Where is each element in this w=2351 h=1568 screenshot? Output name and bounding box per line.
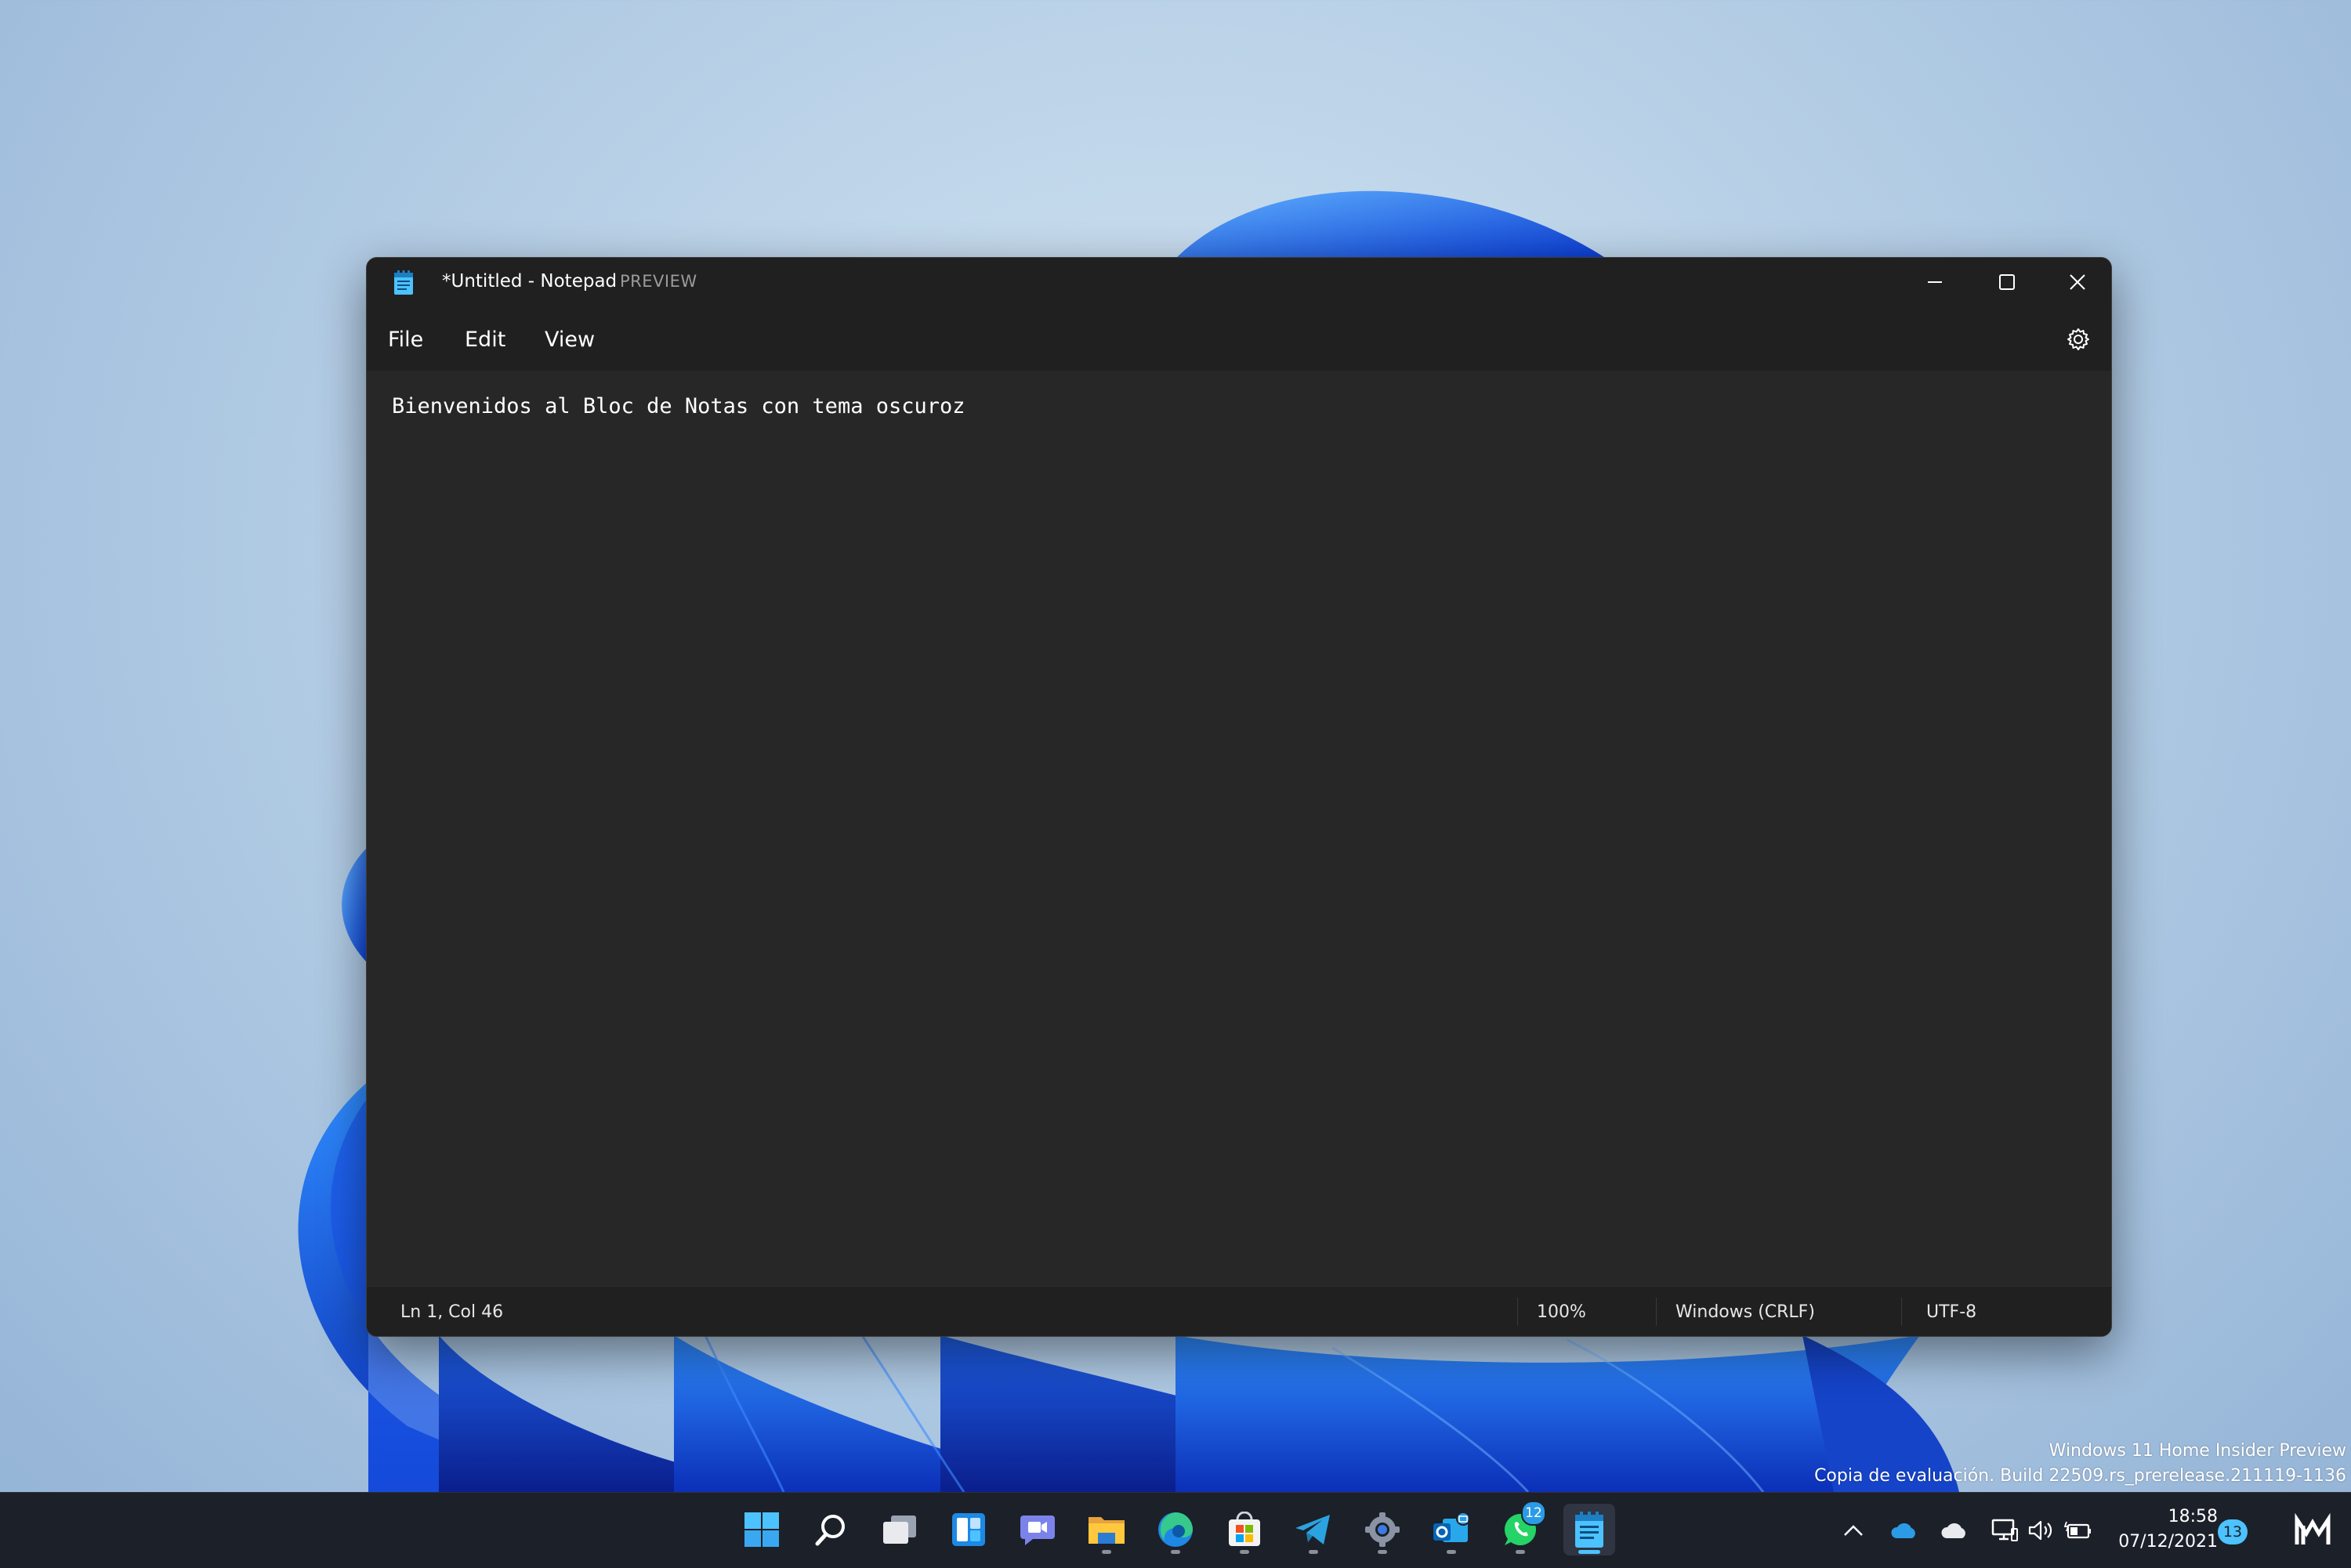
notepad-icon [394, 270, 413, 295]
running-indicator [1516, 1550, 1525, 1554]
search-button[interactable] [805, 1504, 857, 1555]
whatsapp-badge: 12 [1521, 1501, 1546, 1526]
outlook-button[interactable] [1425, 1504, 1477, 1555]
telegram-icon [1295, 1515, 1330, 1544]
battery-button[interactable] [2064, 1516, 2092, 1544]
status-divider [1901, 1298, 1902, 1326]
notepad-window: *Untitled - Notepad PREVIEW File Edit Vi… [366, 257, 2112, 1337]
running-indicator [1240, 1550, 1249, 1554]
line-ending: Windows (CRLF) [1675, 1302, 1815, 1322]
chat-icon [1020, 1515, 1055, 1545]
onedrive-button[interactable] [1890, 1516, 1918, 1544]
search-icon [815, 1515, 845, 1546]
editor-content[interactable]: Bienvenidos al Bloc de Notas con tema os… [392, 394, 965, 418]
show-hidden-icons-button[interactable] [1839, 1516, 1867, 1544]
onedrive-personal-button[interactable] [1940, 1516, 1969, 1544]
watermark-edition: Windows 11 Home Insider Preview [2049, 1441, 2346, 1461]
whatsapp-button[interactable]: 12 [1494, 1501, 1546, 1555]
edge-button[interactable] [1150, 1504, 1201, 1555]
running-indicator [1309, 1550, 1318, 1554]
watermark-build: Copia de evaluación. Build 22509.rs_prer… [1814, 1466, 2346, 1486]
network-button[interactable] [1991, 1516, 2019, 1544]
notepad-icon [1575, 1512, 1603, 1548]
encoding: UTF-8 [1926, 1302, 1977, 1322]
network-icon [1991, 1519, 2018, 1541]
gear-icon [2067, 328, 2089, 350]
clock-time: 18:58 [2168, 1507, 2218, 1526]
volume-button[interactable] [2027, 1516, 2055, 1544]
clock[interactable]: 18:58 07/12/2021 [2108, 1505, 2218, 1555]
window-title: *Untitled - Notepad [442, 271, 618, 292]
notepad-taskbar-button[interactable] [1563, 1504, 1615, 1555]
task-view-icon [883, 1515, 916, 1544]
start-icon [744, 1512, 779, 1547]
maximize-button[interactable] [1972, 258, 2042, 306]
store-icon [1229, 1512, 1260, 1546]
start-button[interactable] [736, 1504, 788, 1555]
minimize-icon [1928, 281, 1942, 283]
settings-app-button[interactable] [1357, 1504, 1408, 1555]
running-indicator [1378, 1550, 1387, 1554]
menu-bar: File Edit View [367, 306, 2111, 371]
status-bar: Ln 1, Col 46 100% Windows (CRLF) UTF-8 [367, 1286, 2111, 1336]
settings-icon [1365, 1512, 1400, 1547]
zoom-level: 100% [1537, 1302, 1586, 1322]
menu-file[interactable]: File [380, 323, 431, 357]
maximize-icon [1999, 274, 2015, 290]
status-divider [1656, 1298, 1657, 1326]
close-icon [2070, 274, 2085, 290]
battery-icon [2064, 1521, 2091, 1539]
outlook-icon [1433, 1512, 1470, 1542]
minimize-button[interactable] [1900, 258, 1970, 306]
task-view-button[interactable] [874, 1504, 926, 1555]
volume-icon [2028, 1520, 2052, 1541]
store-button[interactable] [1219, 1504, 1270, 1555]
active-indicator [1578, 1550, 1600, 1554]
menu-view[interactable]: View [537, 323, 603, 357]
notification-center-badge[interactable]: 13 [2218, 1519, 2248, 1544]
status-divider [1517, 1298, 1518, 1326]
evaluation-watermark: Windows 11 Home Insider Preview Copia de… [1814, 1439, 2346, 1489]
clock-date: 07/12/2021 [2118, 1532, 2218, 1552]
close-button[interactable] [2042, 258, 2111, 306]
telegram-button[interactable] [1288, 1504, 1339, 1555]
running-indicator [1171, 1550, 1180, 1554]
taskbar: 12 18:58 07/12/2021 13 [0, 1492, 2351, 1568]
edge-icon [1158, 1512, 1193, 1547]
text-editor[interactable]: Bienvenidos al Bloc de Notas con tema os… [367, 371, 2111, 1336]
onedrive-icon [1891, 1523, 1915, 1538]
chat-button[interactable] [1012, 1504, 1063, 1555]
preview-badge: PREVIEW [620, 272, 697, 291]
corner-logo-icon [2295, 1512, 2331, 1544]
title-bar[interactable]: *Untitled - Notepad PREVIEW [367, 258, 2111, 306]
file-explorer-button[interactable] [1081, 1504, 1132, 1555]
cloud-icon [1941, 1523, 1965, 1538]
menu-edit[interactable]: Edit [457, 323, 513, 357]
widgets-button[interactable] [943, 1504, 994, 1555]
running-indicator [1447, 1550, 1456, 1554]
file-explorer-icon [1089, 1517, 1125, 1544]
cursor-position: Ln 1, Col 46 [400, 1302, 504, 1322]
widgets-icon [952, 1513, 985, 1546]
running-indicator [1102, 1550, 1111, 1554]
chevron-up-icon [1844, 1525, 1863, 1536]
settings-button[interactable] [2059, 320, 2097, 358]
